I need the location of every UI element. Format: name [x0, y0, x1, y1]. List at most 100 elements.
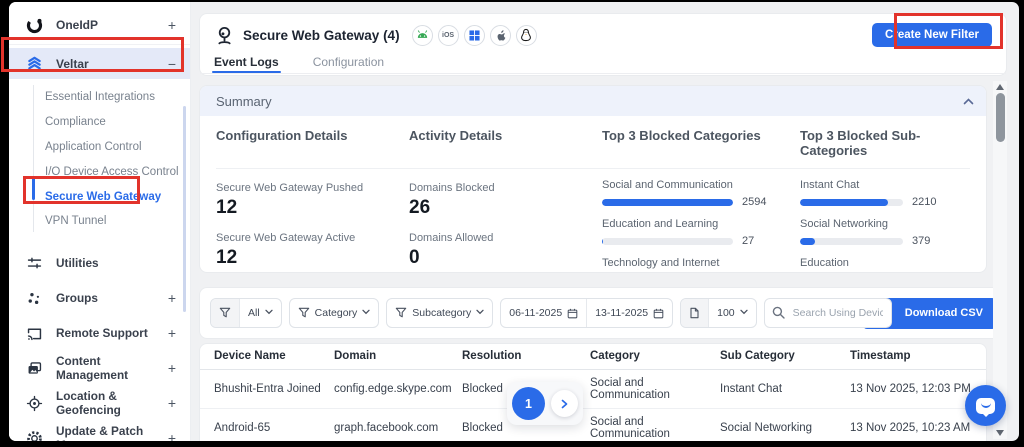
bar-row: Social and Communication 2594	[602, 179, 800, 208]
category-filter-dropdown[interactable]: Category	[289, 298, 380, 328]
document-icon	[681, 299, 709, 327]
date-from-input[interactable]: 06-11-2025	[501, 299, 587, 327]
sidebar-item-label: OneIdP	[56, 18, 156, 32]
column-heading: Top 3 Blocked Sub-Categories	[800, 128, 970, 158]
scope-filter-dropdown[interactable]: All	[210, 298, 282, 328]
metric: Secure Web Gateway Active 12	[216, 232, 409, 269]
sidebar-scrollbar[interactable]	[183, 106, 186, 312]
create-new-filter-button[interactable]: Create New Filter	[872, 23, 992, 47]
ios-icon: iOS	[438, 25, 459, 46]
bar-row: Social Networking 379	[800, 218, 970, 247]
sidebar-item-veltar[interactable]: Veltar −	[9, 48, 190, 79]
bar-label: Social and Communication	[602, 179, 774, 191]
sliders-icon	[25, 254, 44, 273]
page-title: Secure Web Gateway (4)	[243, 28, 400, 43]
sidebar-item-io-device-access-control[interactable]: I/O Device Access Control	[9, 159, 190, 184]
bar-label: Social Networking	[800, 218, 944, 230]
sub-item-label: Secure Web Gateway	[45, 191, 161, 203]
date-from-value: 06-11-2025	[509, 307, 562, 319]
chat-widget-button[interactable]	[965, 385, 1006, 426]
top-blocked-subcategories-column: Instant Chat 2210 Social Networking 379 …	[800, 169, 970, 273]
date-range-picker: 06-11-2025 13-11-2025	[500, 298, 673, 328]
sub-item-label: Compliance	[45, 116, 106, 128]
scrollbar-thumb[interactable]	[996, 93, 1005, 142]
cell-subcategory: Instant Chat	[714, 370, 844, 409]
metric: Domains Blocked 26	[409, 182, 602, 219]
sidebar-item-label: Content Management	[56, 354, 156, 382]
cell-category: Social and Communication	[584, 409, 714, 442]
expand-icon[interactable]: +	[168, 290, 176, 306]
sub-item-label: Essential Integrations	[45, 91, 155, 103]
metric-label: Domains Blocked	[409, 182, 602, 194]
summary-header: Summary	[200, 86, 986, 116]
pagination: 1	[507, 382, 583, 425]
expand-icon[interactable]: +	[168, 360, 176, 376]
sidebar-item-compliance[interactable]: Compliance	[9, 110, 190, 135]
bar-fill	[602, 199, 733, 206]
sidebar-item-content-management[interactable]: Content Management +	[9, 351, 190, 386]
subcategory-filter-value: Subcategory	[412, 307, 471, 319]
sidebar-item-application-control[interactable]: Application Control	[9, 135, 190, 160]
crosshair-target-icon	[25, 394, 44, 413]
expand-icon[interactable]: +	[168, 430, 176, 441]
sidebar-item-update-patch-management[interactable]: Update & Patch Management +	[9, 421, 190, 441]
summary-column-headings: Configuration Details Activity Details T…	[216, 116, 970, 169]
metric-value: 12	[216, 247, 409, 269]
collapse-icon[interactable]: −	[168, 56, 176, 72]
metric: Secure Web Gateway Pushed 12	[216, 182, 409, 219]
chevron-down-icon	[740, 309, 748, 317]
expand-icon[interactable]: +	[168, 395, 176, 411]
category-filter-value: Category	[315, 307, 358, 319]
sidebar-item-vpn-tunnel[interactable]: VPN Tunnel	[9, 209, 190, 234]
bar-label: Instant Chat	[800, 179, 944, 191]
divider	[9, 44, 190, 45]
screen-cast-icon	[25, 324, 44, 343]
bar-track	[602, 199, 733, 206]
windows-icon	[464, 25, 485, 46]
table-row: Android-65 graph.facebook.com Blocked So…	[200, 409, 986, 442]
date-to-input[interactable]: 13-11-2025	[587, 299, 672, 327]
scroll-down-arrow[interactable]	[996, 430, 1004, 436]
oneidp-logo-icon	[25, 16, 44, 35]
metric: Domains Allowed 0	[409, 232, 602, 269]
scroll-up-arrow[interactable]	[996, 84, 1004, 90]
bar-value: 2210	[912, 196, 944, 208]
bar-value: 27	[742, 235, 774, 247]
column-header: Device Name	[200, 344, 328, 370]
subcategory-filter-dropdown[interactable]: Subcategory	[386, 298, 493, 328]
chevron-up-icon[interactable]	[963, 98, 974, 105]
expand-icon[interactable]: +	[168, 17, 176, 33]
bar-value: 379	[912, 235, 944, 247]
next-page-button[interactable]	[551, 390, 578, 417]
tab-event-logs[interactable]: Event Logs	[214, 55, 279, 73]
sidebar-item-remote-support[interactable]: Remote Support +	[9, 316, 190, 351]
cell-domain: config.edge.skype.com	[328, 370, 456, 409]
sidebar-item-secure-web-gateway[interactable]: Secure Web Gateway	[9, 184, 190, 209]
cell-device-name: Bhushit-Entra Joined	[200, 370, 328, 409]
bar-label: Technology and Internet	[602, 257, 774, 269]
sidebar-item-label: Veltar	[56, 57, 156, 71]
bar-track	[602, 238, 733, 245]
sidebar: OneIdP + Veltar − Essential Integrations…	[9, 2, 191, 441]
page-number-button[interactable]: 1	[512, 387, 545, 420]
groups-dots-icon	[25, 289, 44, 308]
sidebar-item-location-geofencing[interactable]: Location & Geofencing +	[9, 386, 190, 421]
summary-panel: Summary Configuration Details Activity D…	[199, 85, 987, 273]
metric-label: Domains Allowed	[409, 232, 602, 244]
bar-row: Education and Learning 27	[602, 218, 800, 247]
page-size-dropdown[interactable]: 100	[680, 298, 757, 328]
sidebar-item-utilities[interactable]: Utilities	[9, 246, 190, 281]
bar-track	[800, 199, 903, 206]
sidebar-item-oneidp[interactable]: OneIdP +	[9, 9, 190, 41]
funnel-icon	[395, 307, 407, 319]
expand-icon[interactable]: +	[168, 325, 176, 341]
bar-fill	[800, 238, 815, 245]
sidebar-item-essential-integrations[interactable]: Essential Integrations	[9, 85, 190, 110]
bar-fill	[602, 238, 603, 245]
tab-configuration[interactable]: Configuration	[313, 55, 384, 73]
secure-web-gateway-icon	[214, 25, 235, 46]
chevron-down-icon	[362, 309, 370, 317]
chevron-down-icon	[476, 309, 484, 317]
sidebar-item-groups[interactable]: Groups +	[9, 281, 190, 316]
bar-label: Education	[800, 257, 944, 269]
